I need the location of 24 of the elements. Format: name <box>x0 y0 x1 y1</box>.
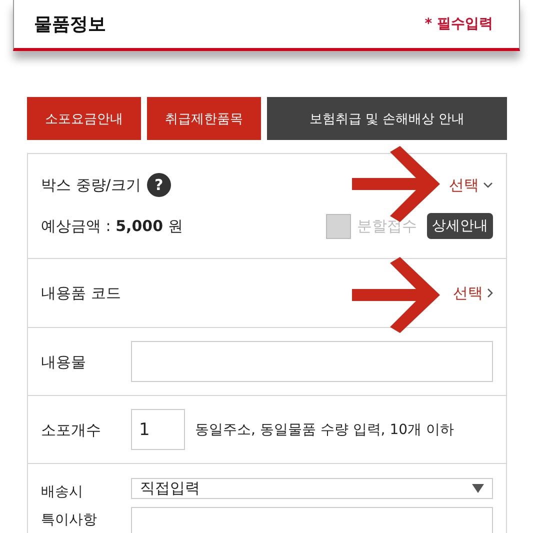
arrow-icon <box>352 257 442 333</box>
help-icon[interactable]: ? <box>146 173 171 197</box>
select-link[interactable]: 선택 <box>449 176 493 194</box>
chevron-right-icon <box>487 288 493 298</box>
section-title: 물품정보 <box>34 13 106 36</box>
count-note: 동일주소, 동일물품 수량 입력, 10개 이하 <box>195 420 454 438</box>
required-note: * 필수입력 <box>424 15 493 33</box>
note-select[interactable]: 직접입력 <box>131 478 493 499</box>
detail-button[interactable]: 상세안내 <box>427 213 493 239</box>
contents-input[interactable] <box>131 341 493 382</box>
field-label: 소포개수 <box>41 420 102 440</box>
guide-button[interactable]: 소포요금안내 <box>27 97 141 140</box>
checkbox-label: 분할접수 <box>357 216 417 236</box>
field-label: 내용물 <box>41 352 87 372</box>
field-label: 내용품 코드 <box>41 284 121 302</box>
field-label: 배송시 특이사항 <box>41 483 98 530</box>
field-label: 박스 중량/크기 <box>41 176 141 194</box>
guide-button[interactable]: 취급제한품목 <box>147 97 261 140</box>
select-link[interactable]: 선택 <box>453 284 493 302</box>
guide-button[interactable]: 보험취급 및 손해배상 안내 <box>267 97 507 140</box>
chevron-down-icon <box>483 182 493 188</box>
dropdown-icon <box>472 484 484 493</box>
estimate-text: 예상금액 : 5,000 원 <box>41 216 183 236</box>
count-input[interactable]: 1 <box>131 409 185 450</box>
